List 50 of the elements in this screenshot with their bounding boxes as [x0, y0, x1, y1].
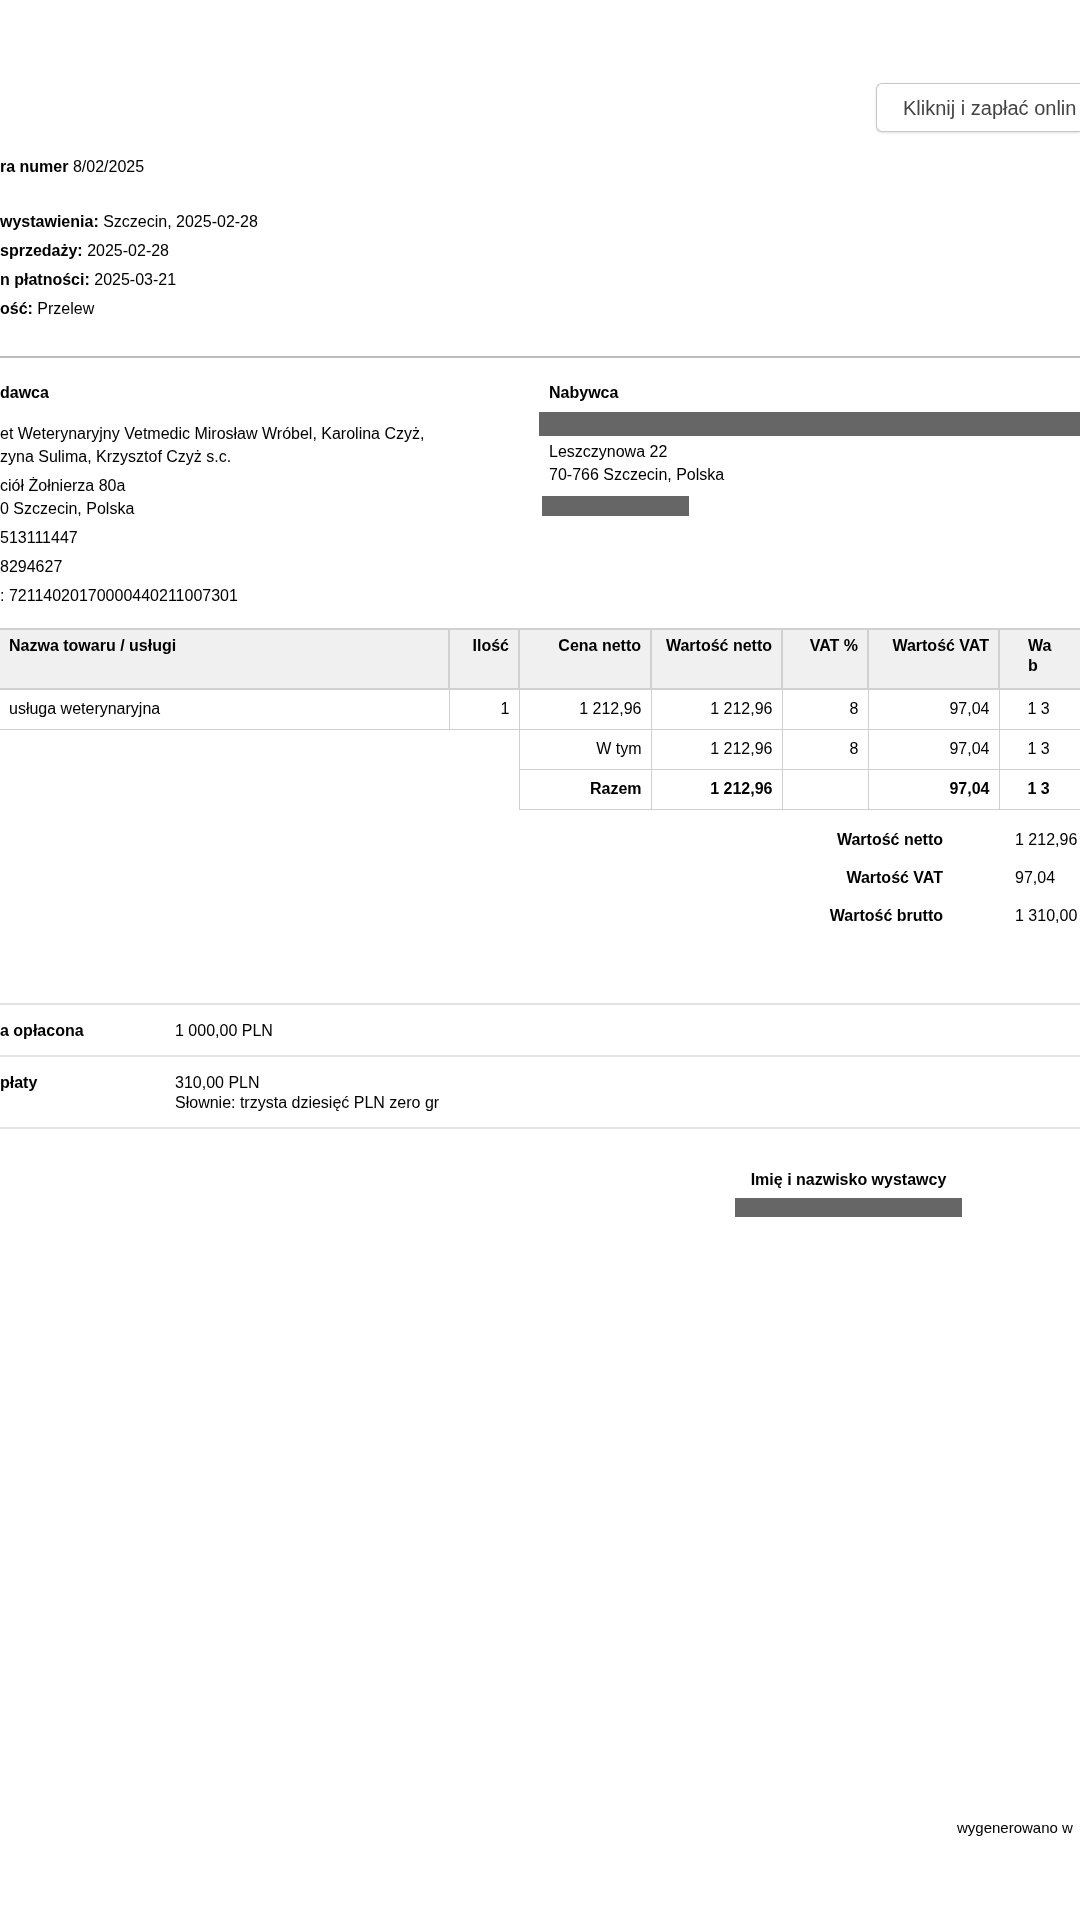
seller-name: et Weterynaryjny Vetmedic Mirosław Wróbel, Karolina Czyż,	[0, 424, 426, 444]
table-cell: usługa weterynaryjna	[0, 689, 449, 729]
total-label: Wartość brutto	[828, 905, 943, 926]
invoice-number: ra numer 8/02/2025	[0, 158, 145, 175]
total-value: 97,04	[1014, 867, 1057, 888]
total-value: 1 212,96	[1014, 829, 1079, 850]
seller-address: 0 Szczecin, Polska	[0, 499, 136, 519]
total-label: Wartość VAT	[845, 867, 943, 888]
column-header: Cena netto	[519, 629, 651, 689]
seller-address: ciół Żołnierza 80a	[0, 476, 127, 496]
seller-detail: : 72114020170000440211007301	[0, 586, 239, 606]
payment-label: a opłacona	[0, 1020, 85, 1041]
signature-label: Imię i nazwisko wystawcy	[750, 1169, 947, 1190]
total-label: Wartość netto	[835, 829, 943, 850]
seller-detail: 513111447	[0, 528, 79, 548]
table-cell: 97,04	[868, 769, 999, 809]
table-cell: Razem	[519, 769, 651, 809]
table-cell: 1 212,96	[519, 689, 651, 729]
buyer-address: Leszczynowa 22	[549, 442, 669, 462]
invoice-detail: ość: Przelew	[0, 299, 96, 319]
table-cell: 1 212,96	[651, 689, 782, 729]
column-header: VAT %	[782, 629, 868, 689]
invoice-detail: sprzedaży: 2025-02-28	[0, 241, 170, 261]
total-value: 1 310,00	[1014, 905, 1079, 926]
payment-value: 310,00 PLN	[175, 1072, 261, 1093]
column-header: Wa b	[999, 629, 1080, 689]
table-cell: 1	[449, 689, 519, 729]
payment-label: płaty	[0, 1072, 39, 1093]
column-header: Nazwa towaru / usługi	[0, 629, 449, 689]
column-header: Wartość netto	[651, 629, 782, 689]
seller-heading: dawca	[0, 383, 50, 403]
table-cell: 1 212,96	[651, 769, 782, 809]
seller-detail: 8294627	[0, 557, 64, 577]
table-cell: 8	[782, 689, 868, 729]
buyer-address: 70-766 Szczecin, Polska	[549, 465, 726, 485]
table-cell: W tym	[519, 729, 651, 769]
buyer-heading: Nabywca	[549, 383, 620, 403]
table-cell: 97,04	[868, 689, 999, 729]
table-cell: 1 212,96	[651, 729, 782, 769]
pay-online-button[interactable]: Kliknij i zapłać onlin	[876, 83, 1080, 132]
payment-value: 1 000,00 PLN	[175, 1020, 273, 1041]
column-header: Wartość VAT	[868, 629, 999, 689]
generated-note: wygenerowano w	[957, 1817, 1073, 1838]
column-header: Ilość	[449, 629, 519, 689]
invoice-detail: wystawienia: Szczecin, 2025-02-28	[0, 212, 259, 232]
invoice-detail: n płatności: 2025-03-21	[0, 270, 178, 290]
table-cell: 97,04	[868, 729, 999, 769]
payment-value: Słownie: trzysta dziesięć PLN zero gr	[175, 1092, 440, 1113]
table-cell: 8	[782, 729, 868, 769]
seller-name: zyna Sulima, Krzysztof Czyż s.c.	[0, 447, 233, 467]
